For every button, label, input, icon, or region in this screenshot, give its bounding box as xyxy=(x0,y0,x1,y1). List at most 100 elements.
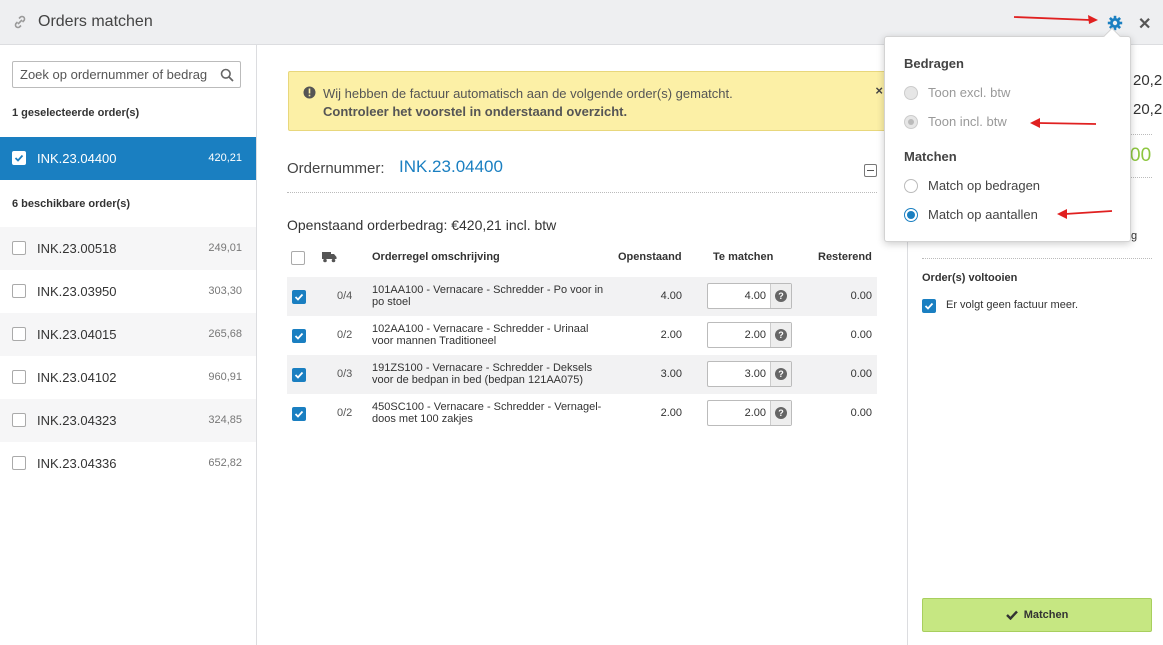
column-header-rest: Resterend xyxy=(818,251,872,263)
show-incl-vat-label: Toon incl. btw xyxy=(928,114,1007,129)
search-input[interactable] xyxy=(13,62,213,87)
info-alert: Wij hebben de factuur automatisch aan de… xyxy=(288,71,894,131)
match-heading: Matchen xyxy=(904,149,957,164)
row-description: 450SC100 - Vernacare - Schredder - Verna… xyxy=(372,401,602,425)
order-checkbox[interactable] xyxy=(12,284,26,298)
order-checkbox[interactable] xyxy=(12,241,26,255)
help-button[interactable]: ? xyxy=(770,284,791,308)
available-order-row[interactable]: INK.23.00518 249,01 xyxy=(0,227,256,270)
order-checkbox[interactable] xyxy=(12,456,26,470)
order-checkbox[interactable] xyxy=(12,370,26,384)
link-icon xyxy=(14,15,26,29)
question-icon: ? xyxy=(775,329,787,341)
alert-close-icon[interactable]: × xyxy=(875,83,883,98)
row-open: 2.00 xyxy=(660,329,682,341)
help-button[interactable]: ? xyxy=(770,362,791,386)
search-field[interactable] xyxy=(12,61,241,88)
order-amount: 324,85 xyxy=(208,414,242,426)
row-checkbox[interactable] xyxy=(292,290,306,304)
selected-orders-heading: 1 geselecteerde order(s) xyxy=(12,107,140,119)
no-more-invoice-label: Er volgt geen factuur meer. xyxy=(946,299,1079,311)
info-icon xyxy=(303,86,316,99)
summary-value: 20,21 xyxy=(1133,101,1163,118)
order-number-value[interactable]: INK.23.04400 xyxy=(399,157,503,177)
search-icon[interactable] xyxy=(220,68,234,82)
truck-icon xyxy=(322,252,337,263)
match-quantity-input[interactable] xyxy=(708,362,772,386)
row-description: 101AA100 - Vernacare - Schredder - Po vo… xyxy=(372,284,604,308)
show-incl-vat-radio[interactable] xyxy=(904,115,918,129)
row-checkbox[interactable] xyxy=(292,368,306,382)
summary-difference: 00 xyxy=(1130,145,1152,166)
row-rest: 0.00 xyxy=(850,368,872,380)
column-header-match: Te matchen xyxy=(713,251,774,263)
match-button[interactable]: Matchen xyxy=(922,598,1152,632)
amounts-heading: Bedragen xyxy=(904,56,964,71)
settings-popover: Bedragen Toon excl. btw Toon incl. btw M… xyxy=(884,27,1131,242)
help-button[interactable]: ? xyxy=(770,323,791,347)
question-icon: ? xyxy=(775,368,787,380)
delivery-fraction: 0/3 xyxy=(337,368,353,380)
match-quantity-field[interactable]: ? xyxy=(707,322,792,348)
row-rest: 0.00 xyxy=(850,290,872,302)
available-order-row[interactable]: INK.23.04323 324,85 xyxy=(0,399,256,442)
match-quantity-field[interactable]: ? xyxy=(707,283,792,309)
no-more-invoice-checkbox[interactable] xyxy=(922,299,936,313)
delivery-fraction: 0/2 xyxy=(337,329,353,341)
match-quantities-label: Match op aantallen xyxy=(928,207,1038,222)
match-quantity-input[interactable] xyxy=(708,284,772,308)
row-open: 2.00 xyxy=(660,407,682,419)
column-header-open: Openstaand xyxy=(618,251,682,263)
column-header-description: Orderregel omschrijving xyxy=(372,251,500,263)
order-checkbox[interactable] xyxy=(12,151,26,165)
order-checkbox[interactable] xyxy=(12,413,26,427)
row-open: 3.00 xyxy=(660,368,682,380)
order-number: INK.23.03950 xyxy=(37,284,117,299)
table-row: 0/3 191ZS100 - Vernacare - Schredder - D… xyxy=(287,355,877,394)
order-amount: 249,01 xyxy=(208,242,242,254)
row-rest: 0.00 xyxy=(850,329,872,341)
match-quantity-field[interactable]: ? xyxy=(707,400,792,426)
match-quantity-input[interactable] xyxy=(708,401,772,425)
table-row: 0/4 101AA100 - Vernacare - Schredder - P… xyxy=(287,277,877,316)
order-number: INK.23.04336 xyxy=(37,456,117,471)
delivery-fraction: 0/2 xyxy=(337,407,353,419)
available-order-row[interactable]: INK.23.03950 303,30 xyxy=(0,270,256,313)
close-icon[interactable]: ✕ xyxy=(1138,14,1151,34)
available-order-row[interactable]: INK.23.04102 960,91 xyxy=(0,356,256,399)
show-excl-vat-radio[interactable] xyxy=(904,86,918,100)
order-amount: 960,91 xyxy=(208,371,242,383)
match-quantity-input[interactable] xyxy=(708,323,772,347)
order-checkbox[interactable] xyxy=(12,327,26,341)
order-amount: 420,21 xyxy=(208,152,242,164)
page-title: Orders matchen xyxy=(38,13,153,30)
row-checkbox[interactable] xyxy=(292,329,306,343)
table-row: 0/2 102AA100 - Vernacare - Schredder - U… xyxy=(287,316,877,355)
selected-order-row[interactable]: INK.23.04400 420,21 xyxy=(0,137,256,180)
select-all-checkbox[interactable] xyxy=(291,251,305,265)
order-number: INK.23.00518 xyxy=(37,241,117,256)
match-amounts-radio[interactable] xyxy=(904,179,918,193)
question-icon: ? xyxy=(775,290,787,302)
open-order-amount: Openstaand orderbedrag: €420,21 incl. bt… xyxy=(287,217,557,233)
row-checkbox[interactable] xyxy=(292,407,306,421)
row-description: 102AA100 - Vernacare - Schredder - Urina… xyxy=(372,323,589,347)
divider xyxy=(287,192,877,193)
alert-instruction: Controleer het voorstel in onderstaand o… xyxy=(323,104,628,119)
match-quantity-field[interactable]: ? xyxy=(707,361,792,387)
order-number: INK.23.04102 xyxy=(37,370,117,385)
match-quantities-radio[interactable] xyxy=(904,208,918,222)
summary-value: 20,21 xyxy=(1133,72,1163,89)
order-number: INK.23.04015 xyxy=(37,327,117,342)
row-rest: 0.00 xyxy=(850,407,872,419)
summary-partial-text: g xyxy=(1131,230,1138,242)
available-order-row[interactable]: INK.23.04336 652,82 xyxy=(0,442,256,485)
order-number: INK.23.04323 xyxy=(37,413,117,428)
help-button[interactable]: ? xyxy=(770,401,791,425)
table-row: 0/2 450SC100 - Vernacare - Schredder - V… xyxy=(287,394,877,433)
available-orders-heading: 6 beschikbare order(s) xyxy=(12,198,130,210)
divider xyxy=(922,258,1152,259)
collapse-icon[interactable] xyxy=(864,164,877,177)
order-number: INK.23.04400 xyxy=(37,151,117,166)
available-order-row[interactable]: INK.23.04015 265,68 xyxy=(0,313,256,356)
